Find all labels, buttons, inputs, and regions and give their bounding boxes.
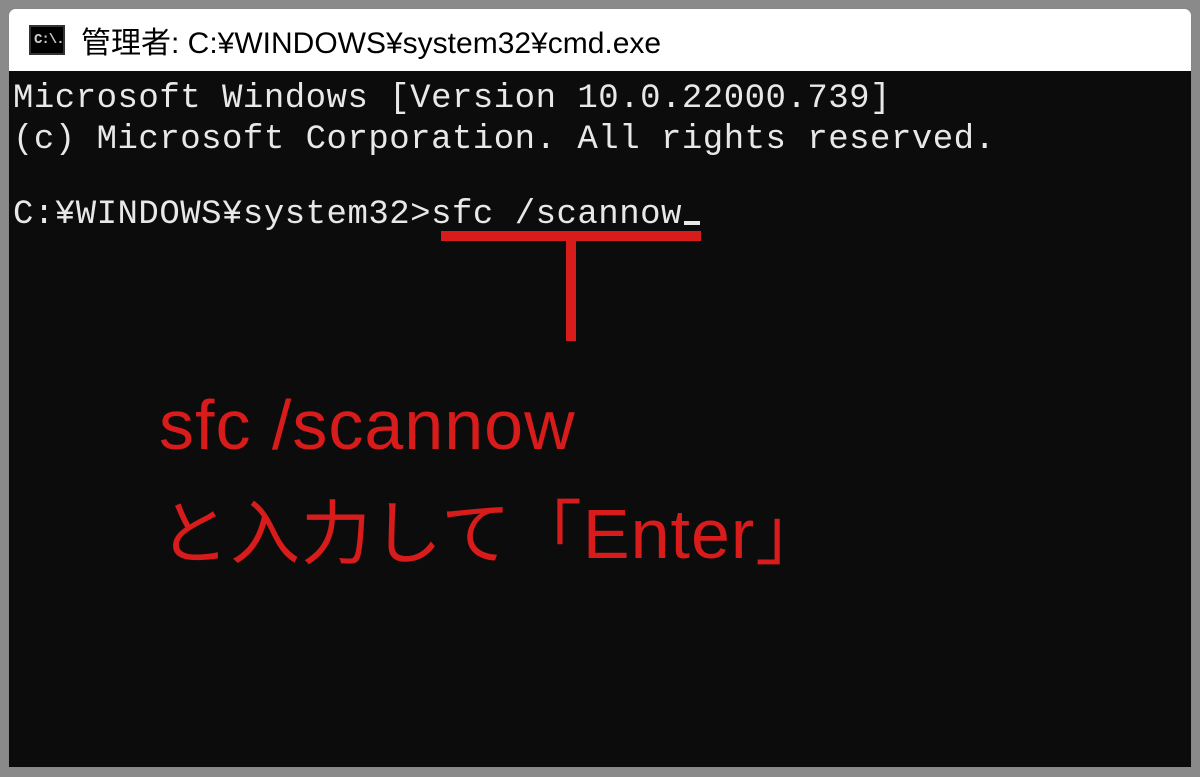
terminal-prompt-line[interactable]: C:¥WINDOWS¥system32>sfc /scannow <box>9 195 1191 236</box>
annotation-line-1: sfc /scannow <box>159 386 576 464</box>
terminal-area[interactable]: Microsoft Windows [Version 10.0.22000.73… <box>9 71 1191 767</box>
cursor-icon <box>684 221 700 225</box>
cmd-window: C:\. 管理者: C:¥WINDOWS¥system32¥cmd.exe Mi… <box>8 8 1192 768</box>
window-title: 管理者: C:¥WINDOWS¥system32¥cmd.exe <box>81 18 661 62</box>
cmd-icon: C:\. <box>29 25 65 55</box>
terminal-prompt: C:¥WINDOWS¥system32> <box>13 196 431 234</box>
annotation-text: sfc /scannow と入力して「Enter」 <box>159 371 826 588</box>
terminal-output-line-1: Microsoft Windows [Version 10.0.22000.73… <box>9 79 1191 120</box>
annotation-line-2: と入力して「Enter」 <box>159 495 826 573</box>
terminal-output-line-2: (c) Microsoft Corporation. All rights re… <box>9 120 1191 161</box>
annotation-bracket-vertical <box>566 231 576 341</box>
annotation-pointer <box>441 231 701 341</box>
terminal-command: sfc /scannow <box>431 196 682 234</box>
cmd-icon-label: C:\. <box>34 32 64 48</box>
title-bar: C:\. 管理者: C:¥WINDOWS¥system32¥cmd.exe <box>9 9 1191 71</box>
